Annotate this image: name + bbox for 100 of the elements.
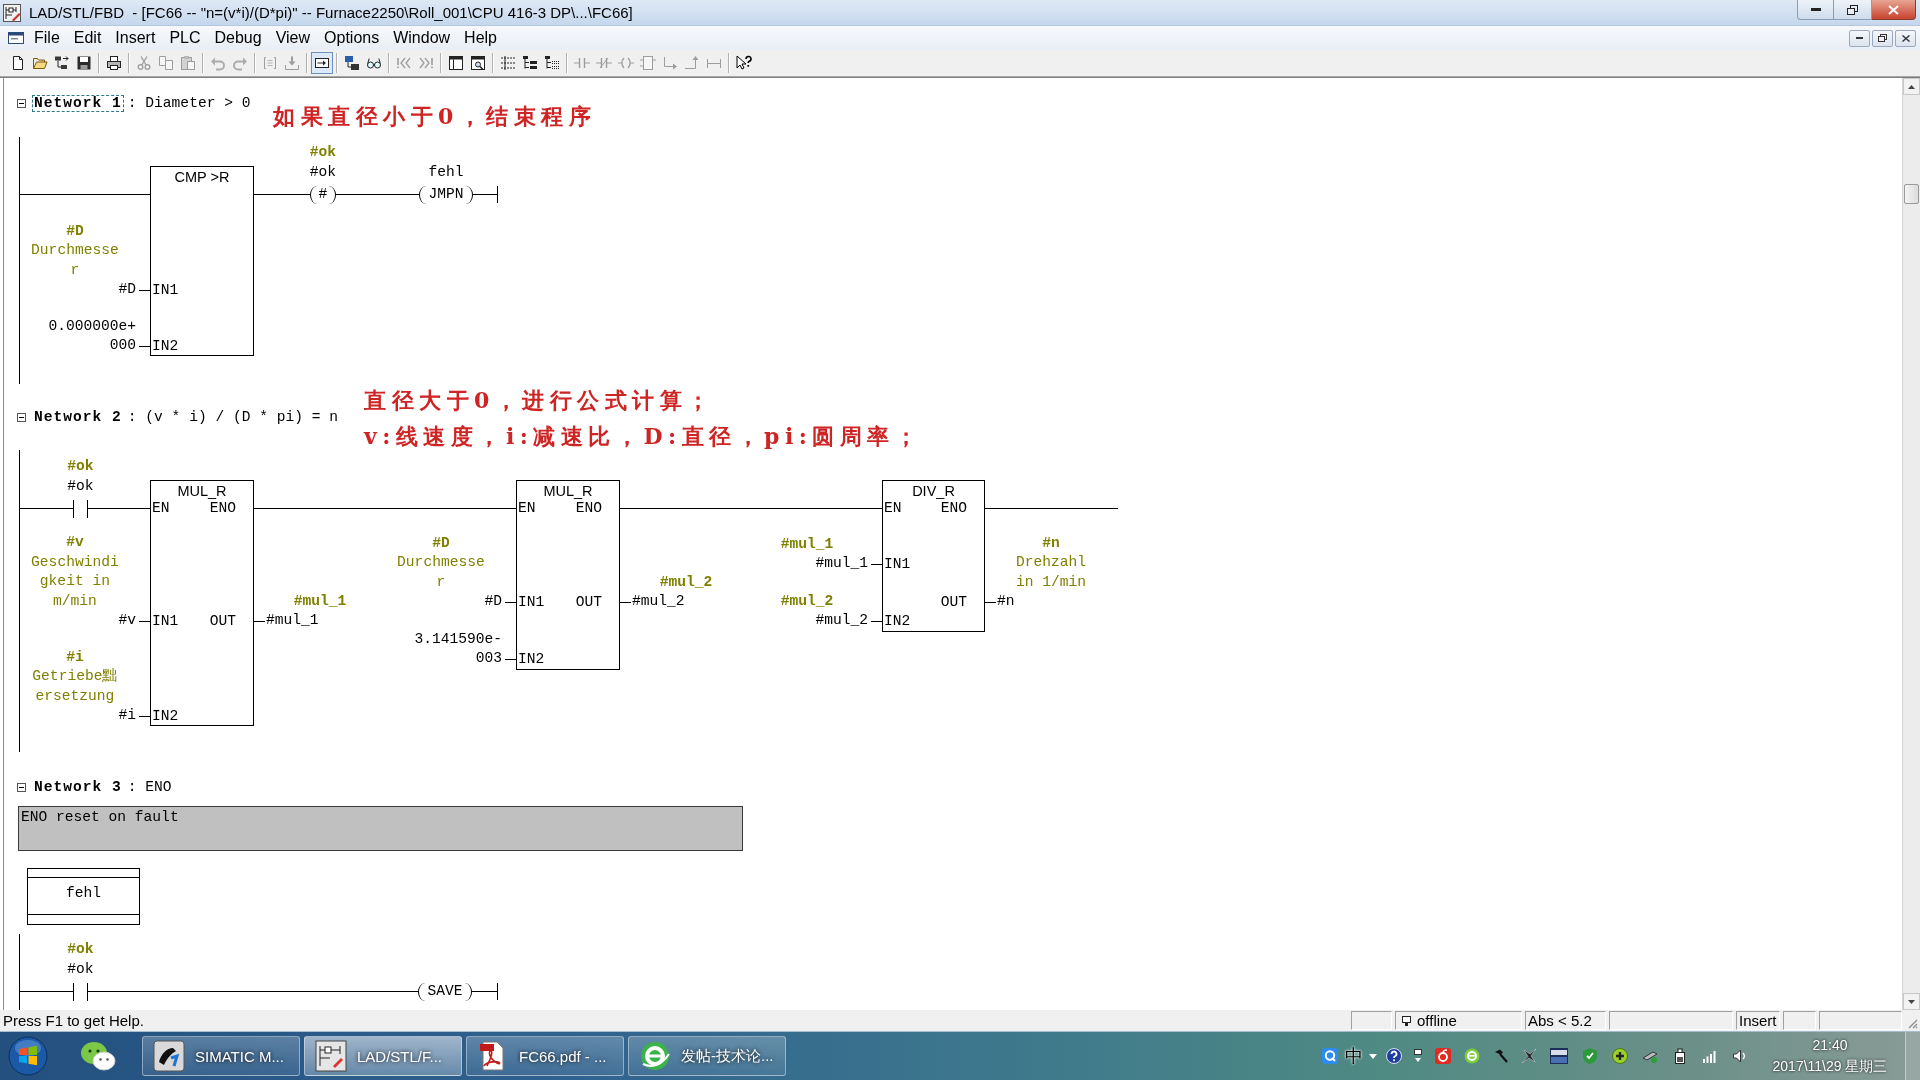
swirl-tile-icon[interactable] bbox=[1435, 1048, 1451, 1064]
scroll-up-button[interactable] bbox=[1903, 78, 1920, 95]
ime-indicator[interactable]: 中 bbox=[1345, 1046, 1363, 1066]
operand: #mul_2 bbox=[815, 611, 868, 631]
operand: #mul_2 bbox=[632, 592, 685, 612]
label-tile-icon[interactable] bbox=[1550, 1048, 1568, 1064]
node-tree-icon bbox=[54, 55, 70, 71]
pin-label: IN2 bbox=[152, 707, 179, 727]
coil: JMPN bbox=[419, 185, 473, 204]
double-chevron-right-icon bbox=[418, 55, 434, 71]
scroll-thumb[interactable] bbox=[1904, 184, 1919, 204]
branch-up-arrow-icon bbox=[684, 55, 700, 71]
menu-item[interactable]: Edit bbox=[66, 28, 109, 48]
help-icon[interactable] bbox=[1386, 1048, 1402, 1064]
down-arrow-icon bbox=[1908, 999, 1915, 1004]
block-icon bbox=[640, 55, 656, 71]
menu-item[interactable]: PLC bbox=[162, 28, 208, 48]
paste-icon bbox=[180, 55, 196, 71]
operand: #D bbox=[118, 280, 136, 300]
scroll-down-button[interactable] bbox=[1903, 993, 1920, 1010]
start-orb-icon bbox=[8, 1036, 48, 1076]
comment-field[interactable]: ENO reset on fault bbox=[18, 806, 743, 851]
toolbar-button[interactable] bbox=[311, 52, 333, 74]
menu-item[interactable]: Debug bbox=[207, 28, 269, 48]
symbol-name: #ok bbox=[67, 457, 94, 476]
vertical-scrollbar[interactable] bbox=[1902, 78, 1920, 1010]
menu-item[interactable]: Window bbox=[386, 28, 458, 48]
contact-icon bbox=[574, 55, 590, 71]
collapse-icon[interactable] bbox=[17, 98, 26, 108]
download-icon bbox=[284, 55, 300, 71]
operand: #n bbox=[997, 592, 1015, 612]
restore-icon bbox=[1847, 4, 1858, 15]
plus-circle-icon[interactable] bbox=[1612, 1048, 1628, 1064]
double-chevron-left-icon bbox=[396, 55, 412, 71]
signal-bars-icon[interactable] bbox=[1702, 1048, 1718, 1064]
speaker-icon[interactable] bbox=[1732, 1048, 1748, 1064]
collapse-icon[interactable] bbox=[17, 412, 26, 422]
symbol-name: #mul_1 bbox=[293, 591, 347, 611]
undo-icon bbox=[210, 55, 226, 71]
operand: #ok bbox=[67, 959, 94, 979]
menu-item[interactable]: File bbox=[27, 28, 67, 48]
collapse-icon[interactable] bbox=[17, 782, 26, 792]
restore-button[interactable] bbox=[1834, 0, 1872, 20]
window-title: LAD/STL/FBD - [FC66 -- "n=(v*i)/(D*pi)" -- Furnace2250\Roll_001\CPU 416-3 DP\...\FC66] bbox=[29, 4, 633, 21]
chat-bubbles-icon[interactable] bbox=[80, 1040, 116, 1072]
shield-icon[interactable] bbox=[1582, 1048, 1598, 1064]
copy-icon bbox=[158, 55, 174, 71]
symbol-comment: Geschwindigkeit in m/min bbox=[30, 552, 120, 611]
pin-label: IN1 bbox=[152, 612, 179, 632]
address-status: Abs < 5.2 bbox=[1528, 1012, 1592, 1029]
tree-list-icon bbox=[522, 55, 538, 71]
taskbar-button[interactable]: FC66.pdf - ... bbox=[466, 1036, 624, 1076]
pin-label: ENO bbox=[940, 499, 967, 519]
branch-arrow-icon bbox=[662, 55, 678, 71]
ring-tile-icon[interactable] bbox=[1322, 1048, 1338, 1064]
operand: #ok bbox=[67, 476, 94, 496]
pin-label: ENO bbox=[575, 499, 602, 519]
clock-date: 2017\11\29 星期三 bbox=[1772, 1057, 1888, 1076]
close-icon bbox=[1888, 4, 1899, 15]
minimize-button[interactable] bbox=[1797, 0, 1834, 20]
edit-mode-status: Insert bbox=[1739, 1012, 1777, 1029]
operand: #v bbox=[118, 611, 136, 631]
hammer-icon[interactable] bbox=[1493, 1048, 1509, 1064]
menu-item[interactable]: View bbox=[268, 28, 318, 48]
annotation-text: v:线速度，i:减速比，D:直径，pi:圆周率； bbox=[364, 422, 923, 451]
close-button[interactable] bbox=[1872, 0, 1916, 20]
four-point-star-icon[interactable] bbox=[1521, 1048, 1537, 1064]
connection-status: offline bbox=[1417, 1012, 1457, 1029]
close-icon bbox=[1901, 34, 1910, 42]
restore-button[interactable] bbox=[1872, 29, 1893, 47]
swirl-circle-icon[interactable] bbox=[1464, 1048, 1480, 1064]
new-document-icon bbox=[10, 55, 26, 71]
symbol-name: #mul_1 bbox=[780, 534, 834, 554]
symbol-name: #D bbox=[66, 221, 84, 241]
block-title: DIV_R bbox=[911, 482, 956, 501]
menu-item[interactable]: Help bbox=[457, 28, 504, 48]
menu-item[interactable]: Options bbox=[317, 28, 387, 48]
block-title: MUL_R bbox=[542, 482, 594, 501]
battery-icon[interactable] bbox=[1672, 1048, 1688, 1064]
dotted-grid-icon bbox=[500, 55, 516, 71]
taskbar-button[interactable]: SIMATIC M... bbox=[142, 1036, 300, 1076]
network-label[interactable]: Network 1 bbox=[32, 94, 124, 112]
pin-label: IN1 bbox=[884, 555, 911, 575]
network-label[interactable]: Network 3 bbox=[32, 778, 124, 796]
pin-label: OUT bbox=[575, 593, 602, 613]
network-label[interactable]: Network 2 bbox=[32, 408, 124, 426]
close-button[interactable] bbox=[1895, 29, 1916, 47]
menu-item[interactable]: Insert bbox=[108, 28, 163, 48]
pin-label: EN bbox=[884, 499, 902, 519]
pin-label: OUT bbox=[940, 593, 967, 613]
operand: #i bbox=[118, 706, 136, 726]
window-icon[interactable] bbox=[8, 31, 24, 45]
print-icon bbox=[106, 55, 122, 71]
clock-time: 21:40 bbox=[1812, 1036, 1848, 1055]
network-title: : ENO bbox=[127, 779, 172, 795]
operand: #mul_1 bbox=[815, 554, 868, 574]
size-grip-icon[interactable] bbox=[1906, 1017, 1918, 1029]
taskbar-button[interactable]: 发帖-技术论... bbox=[628, 1036, 786, 1076]
minimize-button[interactable] bbox=[1849, 29, 1870, 47]
status-pane bbox=[1783, 1011, 1816, 1030]
